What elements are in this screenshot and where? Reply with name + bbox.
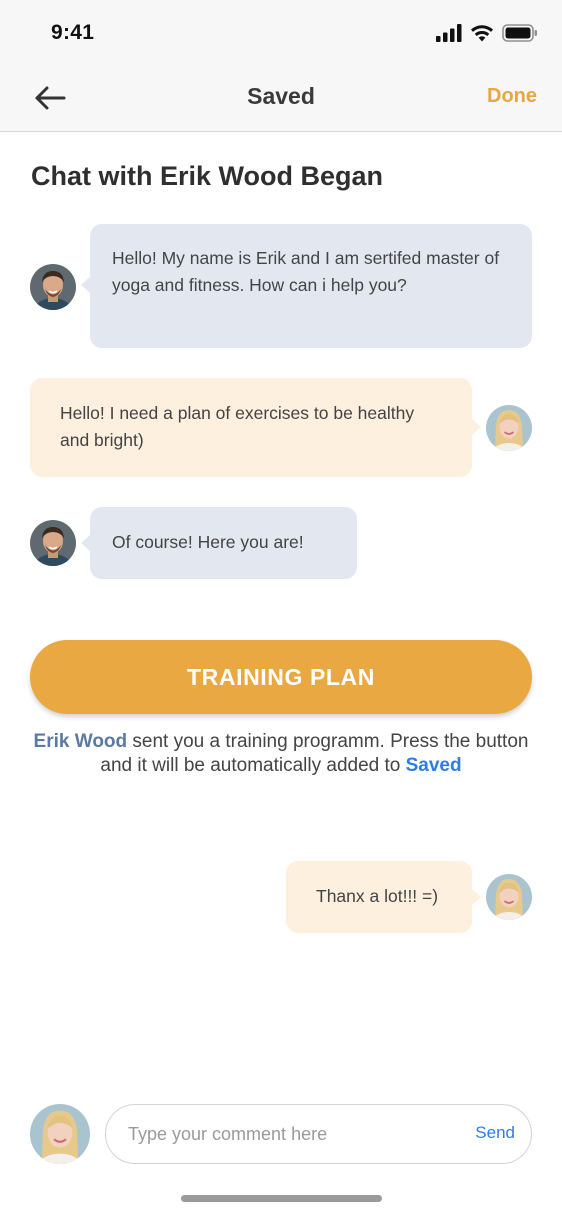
trainer-avatar xyxy=(30,520,76,566)
comment-box: Send xyxy=(105,1104,532,1164)
home-indicator xyxy=(181,1195,382,1202)
trainer-avatar xyxy=(30,264,76,310)
current-user-avatar xyxy=(30,1104,90,1164)
message-bubble-user: Thanx a lot!!! =) xyxy=(286,861,481,933)
signal-icon xyxy=(436,24,462,42)
status-time: 9:41 xyxy=(51,21,95,44)
status-bar: 9:41 xyxy=(0,0,562,66)
bubble-tail xyxy=(471,888,481,906)
message-bubble-user: Hello! I need a plan of exercises to be … xyxy=(30,378,481,477)
status-icons xyxy=(436,24,538,42)
comment-input[interactable] xyxy=(126,1105,450,1164)
message-text: Thanx a lot!!! =) xyxy=(316,886,439,906)
training-info-text: Erik Wood sent you a training programm. … xyxy=(30,730,532,778)
message-text: Of course! Here you are! xyxy=(112,532,304,552)
training-plan-button[interactable]: TRAINING PLAN xyxy=(30,640,532,714)
message-bubble-trainer: Of course! Here you are! xyxy=(81,507,357,579)
bubble-tail xyxy=(81,534,91,552)
message-bubble-trainer: Hello! My name is Erik and I am sertifed… xyxy=(81,224,532,348)
info-text-middle: sent you a training programm. Press the … xyxy=(100,731,529,776)
send-button[interactable]: Send xyxy=(475,1123,515,1143)
bubble-tail xyxy=(471,418,481,436)
bubble-tail xyxy=(81,276,91,294)
battery-icon xyxy=(502,24,537,42)
page-title: Saved xyxy=(247,83,315,109)
nav-bar: Saved Done xyxy=(0,66,562,132)
saved-link[interactable]: Saved xyxy=(406,755,462,776)
message-text: Hello! I need a plan of exercises to be … xyxy=(60,403,415,450)
user-avatar xyxy=(486,874,532,920)
message-text: Hello! My name is Erik and I am sertifed… xyxy=(112,248,500,295)
user-avatar xyxy=(486,405,532,451)
sender-name: Erik Wood xyxy=(33,731,128,752)
done-button[interactable]: Done xyxy=(487,85,537,108)
wifi-icon xyxy=(471,25,493,42)
chat-heading: Chat with Erik Wood Began xyxy=(31,161,384,191)
